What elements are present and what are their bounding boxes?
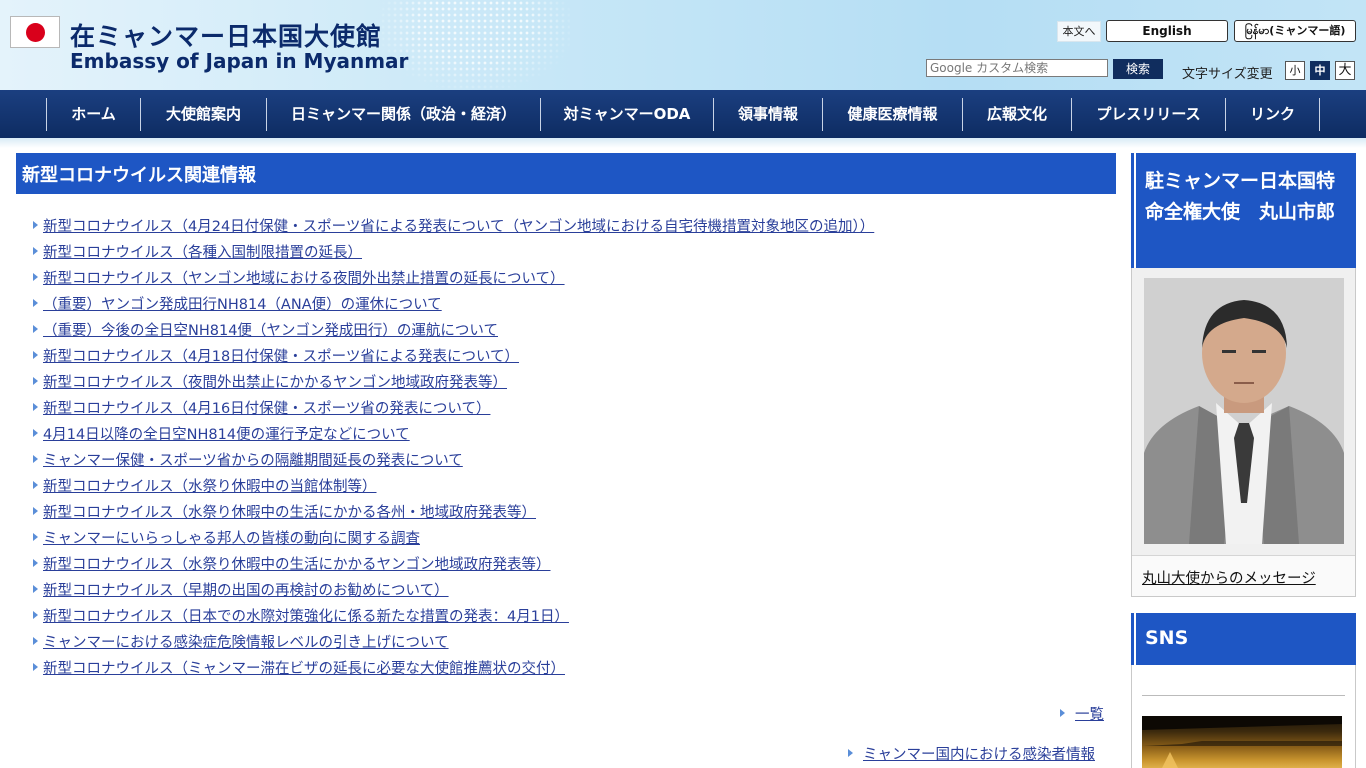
sns-title: SNS	[1145, 627, 1189, 649]
infected-info-link[interactable]: ミャンマー国内における感染者情報	[863, 747, 1095, 763]
news-link[interactable]: （重要）今後の全日空NH814便（ヤンゴン発成田行）の運航について	[43, 323, 498, 339]
news-item: （重要）今後の全日空NH814便（ヤンゴン発成田行）の運航について	[33, 319, 498, 339]
arrow-icon	[848, 749, 853, 757]
news-item: 新型コロナウイルス（水祭り休暇中の生活にかかるヤンゴン地域政府発表等）	[33, 553, 551, 573]
news-link[interactable]: 新型コロナウイルス（ミャンマー滞在ビザの延長に必要な大使館推薦状の交付）	[43, 661, 565, 677]
news-link[interactable]: 新型コロナウイルス（水祭り休暇中の生活にかかるヤンゴン地域政府発表等）	[43, 557, 551, 573]
japan-flag-icon	[10, 16, 60, 48]
news-link[interactable]: 4月14日以降の全日空NH814便の運行予定などについて	[43, 427, 410, 443]
news-item: 新型コロナウイルス（各種入国制限措置の延長）	[33, 241, 362, 261]
news-item: 新型コロナウイルス（早期の出国の再検討のお勧めについて）	[33, 579, 449, 599]
myanmar-language-button[interactable]: မြန်မာ(ミャンマー語)	[1234, 20, 1356, 42]
nav-item-oda[interactable]: 対ミャンマーODA	[540, 98, 713, 131]
font-size-small-button[interactable]: 小	[1285, 61, 1305, 80]
news-item: 新型コロナウイルス（4月18日付保健・スポーツ省による発表について）	[33, 345, 519, 365]
arrow-icon	[33, 637, 38, 645]
nav-item-relations[interactable]: 日ミャンマー関係（政治・経済）	[266, 98, 540, 131]
arrow-icon	[1060, 709, 1065, 717]
font-size-label: 文字サイズ変更	[1182, 67, 1273, 82]
news-item: 新型コロナウイルス（ミャンマー滞在ビザの延長に必要な大使館推薦状の交付）	[33, 657, 565, 677]
pagoda-silhouette-image	[1142, 716, 1342, 768]
arrow-icon	[33, 611, 38, 619]
news-link[interactable]: ミャンマーにいらっしゃる邦人の皆様の動向に関する調査	[43, 531, 420, 547]
site-title-jp[interactable]: 在ミャンマー日本国大使館	[70, 17, 382, 53]
font-size-large-button[interactable]: 大	[1335, 61, 1355, 80]
more-list: 一覧	[1060, 703, 1104, 724]
arrow-icon	[33, 403, 38, 411]
site-title-en[interactable]: Embassy of Japan in Myanmar	[70, 49, 408, 73]
news-link[interactable]: 新型コロナウイルス（4月18日付保健・スポーツ省による発表について）	[43, 349, 519, 365]
news-item: ミャンマー保健・スポーツ省からの隔離期間延長の発表について	[33, 449, 463, 469]
arrow-icon	[33, 377, 38, 385]
news-item: 新型コロナウイルス（水祭り休暇中の当館体制等）	[33, 475, 377, 495]
arrow-icon	[33, 429, 38, 437]
search-button[interactable]: 検索	[1113, 59, 1163, 79]
search-input[interactable]	[926, 59, 1108, 77]
arrow-icon	[33, 455, 38, 463]
news-item: 新型コロナウイルス（夜間外出禁止にかかるヤンゴン地域政府発表等）	[33, 371, 507, 391]
news-item: 新型コロナウイルス（水祭り休暇中の生活にかかる各州・地域政府発表等）	[33, 501, 536, 521]
sns-banner-image[interactable]	[1142, 716, 1342, 768]
nav-item-consular[interactable]: 領事情報	[713, 98, 822, 131]
section-header-accent	[14, 153, 16, 194]
news-item: ミャンマーにいらっしゃる邦人の皆様の動向に関する調査	[33, 527, 420, 547]
arrow-icon	[33, 273, 38, 281]
nav-item-health[interactable]: 健康医療情報	[822, 98, 962, 131]
world-map-decoration	[380, 0, 570, 90]
news-item: 新型コロナウイルス（日本での水際対策強化に係る新たな措置の発表：4月1日）	[33, 605, 569, 625]
infected-info: ミャンマー国内における感染者情報	[848, 743, 1095, 764]
english-language-button[interactable]: English	[1106, 20, 1228, 42]
news-link[interactable]: 新型コロナウイルス（ヤンゴン地域における夜間外出禁止措置の延長について）	[43, 271, 565, 287]
nav-item-home[interactable]: ホーム	[46, 98, 140, 131]
news-link[interactable]: 新型コロナウイルス（4月24日付保健・スポーツ省による発表について（ヤンゴン地域…	[43, 219, 874, 235]
news-link[interactable]: ミャンマー保健・スポーツ省からの隔離期間延長の発表について	[43, 453, 463, 469]
arrow-icon	[33, 351, 38, 359]
skip-to-content-link[interactable]: 本文へ	[1057, 21, 1101, 42]
news-link[interactable]: 新型コロナウイルス（早期の出国の再検討のお勧めについて）	[43, 583, 449, 599]
arrow-icon	[33, 559, 38, 567]
news-link[interactable]: 新型コロナウイルス（各種入国制限措置の延長）	[43, 245, 362, 261]
arrow-icon	[33, 663, 38, 671]
font-size-medium-button[interactable]: 中	[1310, 61, 1330, 80]
nav-item-links[interactable]: リンク	[1225, 98, 1320, 131]
nav-item-press[interactable]: プレスリリース	[1071, 98, 1225, 131]
news-link[interactable]: 新型コロナウイルス（水祭り休暇中の当館体制等）	[43, 479, 377, 495]
ambassador-message-link[interactable]: 丸山大使からのメッセージ	[1142, 567, 1316, 588]
news-link[interactable]: 新型コロナウイルス（日本での水際対策強化に係る新たな措置の発表：4月1日）	[43, 609, 569, 625]
ambassador-photo[interactable]	[1144, 278, 1344, 544]
news-link[interactable]: （重要）ヤンゴン発成田行NH814（ANA便）の運休について	[43, 297, 442, 313]
ambassador-portrait-image	[1144, 278, 1344, 544]
sns-divider	[1142, 695, 1345, 696]
arrow-icon	[33, 247, 38, 255]
arrow-icon	[33, 507, 38, 515]
arrow-icon	[33, 325, 38, 333]
nav-item-culture[interactable]: 広報文化	[962, 98, 1071, 131]
arrow-icon	[33, 533, 38, 541]
news-item: （重要）ヤンゴン発成田行NH814（ANA便）の運休について	[33, 293, 442, 313]
arrow-icon	[33, 585, 38, 593]
news-link[interactable]: 新型コロナウイルス（4月16日付保健・スポーツ省の発表について）	[43, 401, 490, 417]
ambassador-title: 駐ミャンマー日本国特命全権大使 丸山市郎	[1145, 170, 1336, 223]
arrow-icon	[33, 221, 38, 229]
news-item: 新型コロナウイルス（4月24日付保健・スポーツ省による発表について（ヤンゴン地域…	[33, 215, 874, 235]
news-link[interactable]: 新型コロナウイルス（水祭り休暇中の生活にかかる各州・地域政府発表等）	[43, 505, 536, 521]
section-title: 新型コロナウイルス関連情報	[22, 165, 256, 186]
news-item: 新型コロナウイルス（4月16日付保健・スポーツ省の発表について）	[33, 397, 490, 417]
news-link[interactable]: 新型コロナウイルス（夜間外出禁止にかかるヤンゴン地域政府発表等）	[43, 375, 507, 391]
global-nav: ホーム 大使館案内 日ミャンマー関係（政治・経済） 対ミャンマーODA 領事情報…	[0, 90, 1366, 138]
more-list-link[interactable]: 一覧	[1075, 707, 1104, 723]
nav-item-embassy-info[interactable]: 大使館案内	[140, 98, 266, 131]
news-item: 4月14日以降の全日空NH814便の運行予定などについて	[33, 423, 410, 443]
news-item: ミャンマーにおける感染症危険情報レベルの引き上げについて	[33, 631, 449, 651]
arrow-icon	[33, 299, 38, 307]
arrow-icon	[33, 481, 38, 489]
news-item: 新型コロナウイルス（ヤンゴン地域における夜間外出禁止措置の延長について）	[33, 267, 565, 287]
news-link[interactable]: ミャンマーにおける感染症危険情報レベルの引き上げについて	[43, 635, 449, 651]
nav-shadow	[0, 138, 1366, 148]
